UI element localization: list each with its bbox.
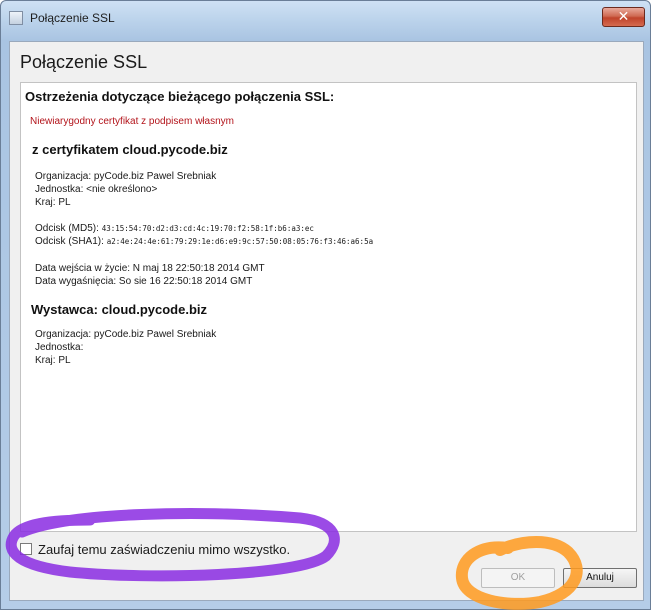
cert-country: Kraj: PL bbox=[35, 197, 71, 208]
valid-from: Data wejścia w życie: N maj 18 22:50:18 … bbox=[35, 263, 265, 274]
ssl-dialog-window: Połączenie SSL ✕ Połączenie SSL Ostrzeże… bbox=[0, 0, 651, 610]
issuer-country: Kraj: PL bbox=[35, 355, 71, 366]
certificate-heading: z certyfikatem cloud.pycode.biz bbox=[32, 142, 228, 157]
trust-checkbox-label[interactable]: Zaufaj temu zaświadczeniu mimo wszystko. bbox=[38, 542, 290, 557]
close-button[interactable]: ✕ bbox=[602, 7, 645, 27]
ok-button[interactable]: OK bbox=[481, 568, 555, 588]
sha1-value: a2:4e:24:4e:61:79:29:1e:d6:e9:9c:57:50:0… bbox=[106, 237, 374, 246]
md5-fingerprint-row: Odcisk (MD5): 43:15:54:70:d2:d3:cd:4c:19… bbox=[35, 223, 314, 234]
sha1-fingerprint-row: Odcisk (SHA1): a2:4e:24:4e:61:79:29:1e:d… bbox=[35, 236, 373, 247]
md5-label: Odcisk (MD5): bbox=[35, 223, 99, 234]
warning-item: Niewiarygodny certyfikat z podpisem włas… bbox=[30, 116, 234, 127]
window-title: Połączenie SSL bbox=[30, 11, 115, 25]
issuer-unit: Jednostka: bbox=[35, 342, 84, 353]
dialog-heading: Połączenie SSL bbox=[20, 52, 148, 72]
warnings-heading: Ostrzeżenia dotyczące bieżącego połączen… bbox=[25, 89, 335, 104]
issuer-organization: Organizacja: pyCode.biz Pawel Srebniak bbox=[35, 329, 217, 340]
cert-organization: Organizacja: pyCode.biz Pawel Srebniak bbox=[35, 171, 217, 182]
certificate-details-panel[interactable]: Ostrzeżenia dotyczące bieżącego połączen… bbox=[20, 82, 637, 532]
cert-unit: Jednostka: <nie określono> bbox=[35, 184, 158, 195]
window-icon bbox=[9, 11, 23, 25]
title-bar[interactable]: Połączenie SSL ✕ bbox=[1, 1, 650, 35]
valid-to: Data wygaśnięcia: So sie 16 22:50:18 201… bbox=[35, 276, 253, 287]
md5-value: 43:15:54:70:d2:d3:cd:4c:19:70:f2:58:1f:b… bbox=[101, 224, 314, 233]
trust-checkbox[interactable] bbox=[20, 543, 32, 555]
dialog-body: Połączenie SSL Ostrzeżenia dotyczące bie… bbox=[9, 41, 644, 601]
sha1-label: Odcisk (SHA1): bbox=[35, 236, 104, 247]
cancel-button[interactable]: Anuluj bbox=[563, 568, 637, 588]
issuer-heading: Wystawca: cloud.pycode.biz bbox=[31, 302, 208, 317]
